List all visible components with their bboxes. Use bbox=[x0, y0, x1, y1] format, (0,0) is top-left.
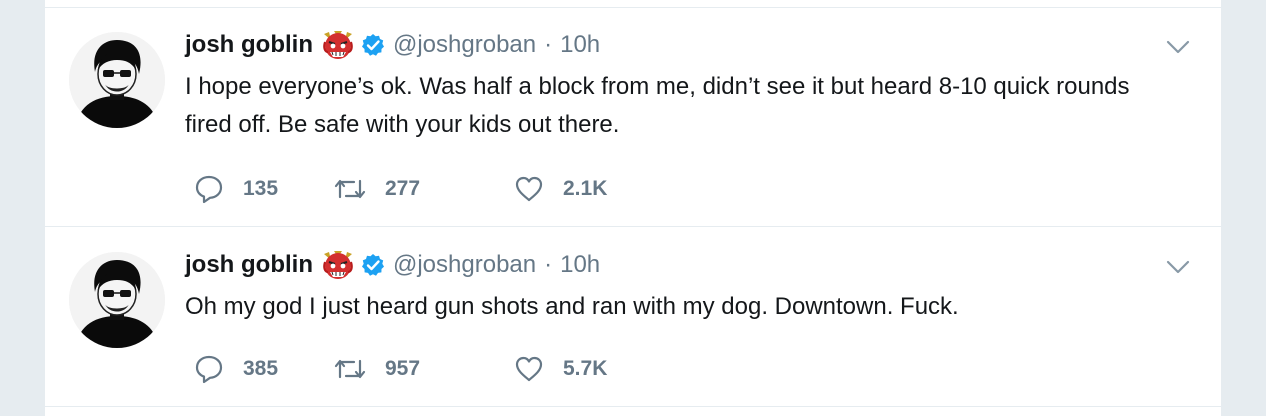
retweet-button[interactable]: 957 bbox=[333, 353, 513, 385]
goblin-emoji-icon bbox=[321, 248, 355, 282]
display-name[interactable]: josh goblin bbox=[185, 31, 313, 59]
tweet-timestamp[interactable]: 10h bbox=[560, 251, 600, 279]
reply-count: 385 bbox=[243, 357, 279, 380]
retweet-button[interactable]: 277 bbox=[333, 173, 513, 205]
retweet-count: 277 bbox=[385, 177, 421, 200]
user-handle[interactable]: @joshgroban bbox=[393, 31, 536, 59]
chevron-down-icon[interactable] bbox=[1165, 254, 1191, 280]
tweet-actions: 385 957 5.7K bbox=[193, 352, 607, 386]
like-button[interactable]: 2.1K bbox=[513, 173, 607, 205]
separator-dot: · bbox=[544, 251, 553, 278]
like-count: 5.7K bbox=[563, 357, 608, 380]
like-count: 2.1K bbox=[563, 177, 608, 200]
tweet-text: Oh my god I just heard gun shots and ran… bbox=[185, 293, 959, 320]
heart-icon bbox=[513, 173, 545, 205]
retweet-icon bbox=[333, 173, 367, 205]
reply-button[interactable]: 135 bbox=[193, 173, 333, 205]
timeline: josh goblin @joshgroban · 10h I hope eve… bbox=[44, 0, 1222, 416]
like-button[interactable]: 5.7K bbox=[513, 353, 607, 385]
goblin-emoji-icon bbox=[321, 28, 355, 62]
retweet-count: 957 bbox=[385, 357, 421, 380]
avatar[interactable] bbox=[69, 32, 165, 128]
tweet[interactable]: josh goblin bbox=[45, 250, 1221, 406]
tweet-divider bbox=[45, 406, 1221, 407]
chevron-down-icon[interactable] bbox=[1165, 34, 1191, 60]
reply-count: 135 bbox=[243, 177, 279, 200]
verified-badge-icon bbox=[361, 33, 385, 57]
verified-badge-icon bbox=[361, 253, 385, 277]
tweet-divider bbox=[45, 226, 1221, 227]
tweet-text: I hope everyone’s ok. Was half a block f… bbox=[185, 73, 1130, 138]
tweet-divider bbox=[45, 7, 1221, 8]
user-handle[interactable]: @joshgroban bbox=[393, 251, 536, 279]
avatar[interactable] bbox=[69, 252, 165, 348]
reply-icon bbox=[193, 173, 225, 205]
tweet-timestamp[interactable]: 10h bbox=[560, 31, 600, 59]
display-name[interactable]: josh goblin bbox=[185, 251, 313, 279]
tweet-actions: 135 277 2.1K bbox=[193, 172, 607, 206]
retweet-icon bbox=[333, 353, 367, 385]
reply-icon bbox=[193, 353, 225, 385]
separator-dot: · bbox=[544, 31, 553, 58]
tweet[interactable]: josh goblin bbox=[45, 30, 1221, 226]
heart-icon bbox=[513, 353, 545, 385]
tweet-header: josh goblin @joshgroban · 10h bbox=[185, 250, 600, 280]
reply-button[interactable]: 385 bbox=[193, 353, 333, 385]
tweet-header: josh goblin @joshgroban · 10h bbox=[185, 30, 600, 60]
